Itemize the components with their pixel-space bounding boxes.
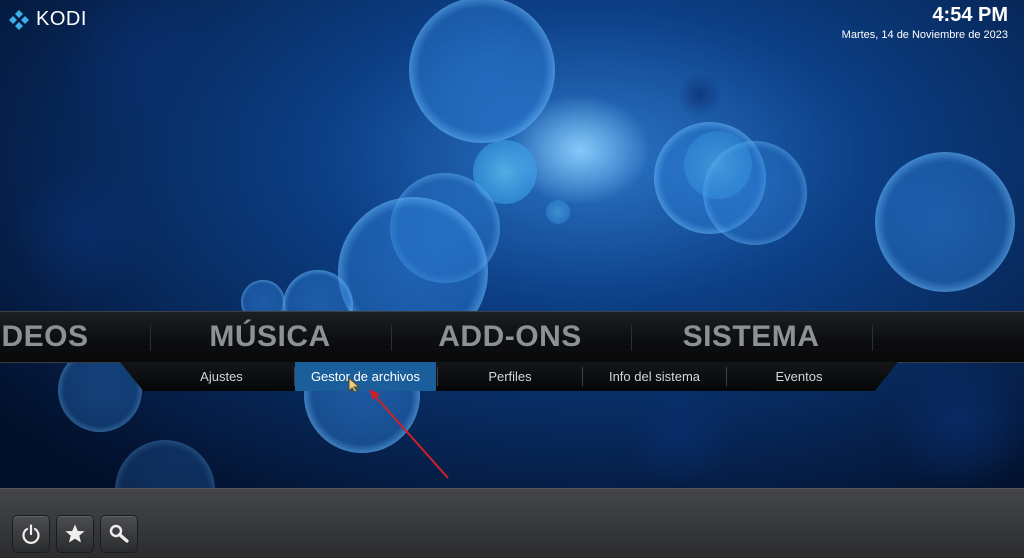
app-name: KODI: [36, 8, 87, 30]
menu-divider: [631, 325, 632, 351]
clock-date: Martes, 14 de Noviembre de 2023: [841, 29, 1008, 41]
menu-divider: [150, 325, 151, 351]
submenu-item-ajustes[interactable]: Ajustes: [149, 362, 294, 391]
kodi-logo-icon: [9, 9, 29, 30]
menu-divider: [872, 325, 873, 351]
menu-item-videos[interactable]: DEOS: [0, 312, 110, 362]
search-button[interactable]: [100, 515, 138, 553]
submenu: Ajustes Gestor de archivos Perfiles Info…: [120, 362, 898, 391]
power-icon: [22, 524, 40, 544]
main-menu: DEOS MÚSICA ADD-ONS SISTEMA: [0, 311, 1024, 363]
menu-item-musica[interactable]: MÚSICA: [180, 312, 360, 362]
menu-item-add-ons[interactable]: ADD-ONS: [420, 312, 600, 362]
favourites-button[interactable]: [56, 515, 94, 553]
bottom-bar: [0, 488, 1024, 558]
submenu-item-info-del-sistema[interactable]: Info del sistema: [583, 362, 726, 391]
menu-divider: [391, 325, 392, 351]
search-icon: [109, 524, 129, 543]
power-button[interactable]: [12, 515, 50, 553]
clock-time: 4:54 PM: [932, 4, 1008, 26]
kodi-logo: KODI: [8, 8, 87, 31]
star-icon: [65, 524, 85, 543]
submenu-item-gestor-de-archivos[interactable]: Gestor de archivos: [295, 362, 436, 391]
bokeh-background: [0, 0, 1024, 557]
clock: 4:54 PM Martes, 14 de Noviembre de 2023: [842, 4, 1008, 41]
menu-item-sistema[interactable]: SISTEMA: [660, 312, 842, 362]
submenu-item-perfiles[interactable]: Perfiles: [438, 362, 582, 391]
submenu-item-eventos[interactable]: Eventos: [727, 362, 871, 391]
mouse-pointer-icon: [348, 377, 361, 393]
